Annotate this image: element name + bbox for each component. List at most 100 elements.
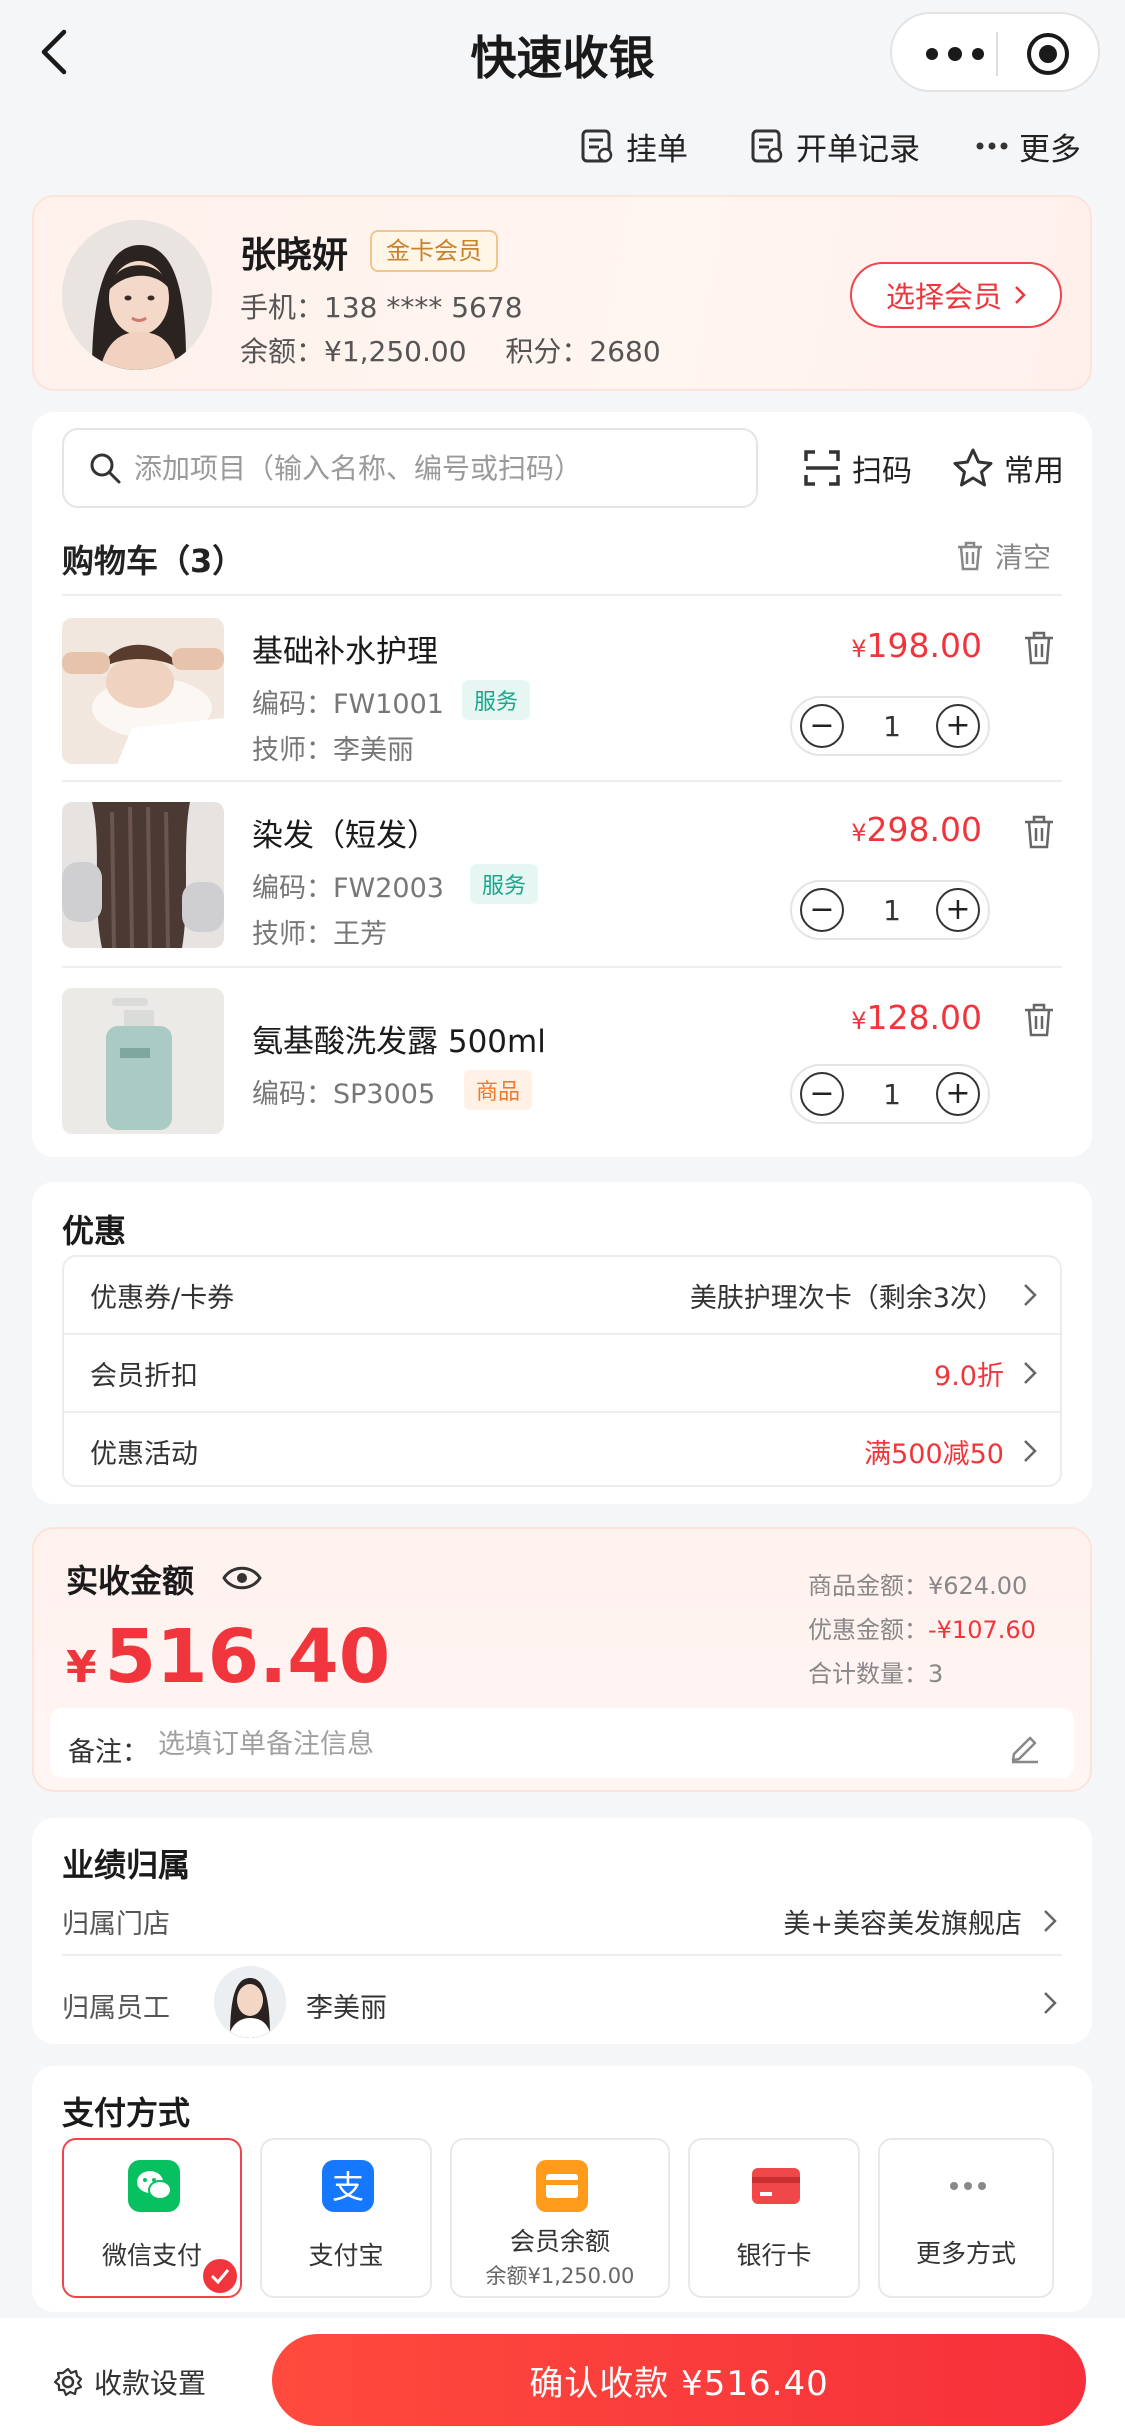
item-image	[62, 802, 224, 948]
more-dots-icon	[950, 2182, 986, 2190]
service-tag: 服务	[462, 680, 531, 720]
wechat-pay-option[interactable]: 微信支付	[62, 2138, 242, 2298]
quantity-stepper: − 1 +	[790, 696, 990, 756]
hold-order-button[interactable]: 挂单	[578, 118, 688, 174]
close-target-icon[interactable]	[1024, 30, 1072, 78]
item-name: 氨基酸洗发露 500ml	[252, 1024, 546, 1060]
increase-button[interactable]: +	[936, 1072, 980, 1116]
divider	[62, 780, 1062, 782]
promotion-row[interactable]: 优惠活动 满500减50	[64, 1413, 1060, 1489]
favorites-button[interactable]: 常用	[952, 438, 1064, 498]
confirm-payment-label: 确认收款 ¥516.40	[529, 2363, 829, 2404]
member-avatar-image	[62, 220, 212, 370]
select-member-label: 选择会员	[885, 280, 1002, 314]
search-input[interactable]	[134, 451, 734, 485]
payment-title: 支付方式	[62, 2094, 191, 2132]
store-label: 归属门店	[62, 1909, 170, 1940]
member-discount-row[interactable]: 会员折扣 9.0折	[64, 1335, 1060, 1411]
chevron-right-icon	[1044, 1910, 1057, 1932]
alipay-option[interactable]: 支 支付宝	[260, 2138, 432, 2298]
item-price: ¥128.00	[800, 998, 982, 1037]
more-label: 更多	[1019, 131, 1081, 168]
remark-input[interactable]	[158, 1722, 978, 1766]
delete-item-icon[interactable]	[1022, 630, 1056, 666]
order-records-label: 开单记录	[796, 131, 920, 168]
delete-item-icon[interactable]	[1022, 1002, 1056, 1038]
member-name: 张晓妍	[240, 235, 349, 276]
coupon-row[interactable]: 优惠券/卡券 美肤护理次卡（剩余3次）	[64, 1257, 1060, 1333]
bank-card-option[interactable]: 银行卡	[688, 2138, 860, 2298]
quantity-stepper: − 1 +	[790, 880, 990, 940]
svg-text:支: 支	[332, 2168, 364, 2206]
price-currency: ¥	[851, 635, 867, 663]
alipay-icon: 支	[322, 2160, 374, 2212]
more-methods-option[interactable]: 更多方式	[878, 2138, 1054, 2298]
trash-icon	[958, 541, 982, 571]
edit-icon[interactable]	[1008, 1730, 1042, 1764]
item-code: 编码：SP3005	[252, 1079, 436, 1110]
price-currency: ¥	[851, 819, 867, 847]
item-image	[62, 988, 224, 1134]
member-discount-value: 9.0折	[934, 1360, 1004, 1392]
promotion-label: 优惠活动	[90, 1438, 198, 1470]
wechat-icon	[128, 2160, 180, 2212]
order-records-button[interactable]: 开单记录	[748, 118, 920, 174]
hair-dye-image	[62, 802, 224, 948]
item-technician: 技师：李美丽	[252, 735, 414, 766]
increase-button[interactable]: +	[936, 704, 980, 748]
selected-check-icon	[203, 2259, 237, 2293]
scan-button[interactable]: 扫码	[802, 438, 912, 498]
member-balance-option[interactable]: 会员余额 余额¥1,250.00	[450, 2138, 670, 2298]
staff-value: 李美丽	[306, 1993, 387, 2024]
member-balance-row: 余额：¥1,250.00 积分：2680	[240, 330, 661, 370]
staff-avatar	[214, 1966, 286, 2038]
member-avatar	[62, 220, 212, 370]
alipay-label: 支付宝	[308, 2241, 384, 2270]
bank-card-label: 银行卡	[736, 2241, 812, 2270]
price-currency: ¥	[851, 1007, 867, 1035]
eye-icon[interactable]	[222, 1562, 262, 1594]
nav-bar: 快速收银	[0, 0, 1125, 110]
more-dots-icon[interactable]	[920, 36, 990, 72]
total-quantity: 合计数量：3	[808, 1660, 944, 1688]
service-tag: 服务	[470, 864, 539, 904]
delete-item-icon[interactable]	[1022, 814, 1056, 850]
star-icon	[953, 448, 993, 487]
goods-amount: 商品金额：¥624.00	[808, 1572, 1028, 1600]
store-row[interactable]: 归属门店 美+美容美发旗舰店	[62, 1890, 1062, 1950]
clear-cart-button[interactable]: 清空	[955, 536, 1051, 576]
discount-title: 优惠	[62, 1212, 127, 1250]
bank-card-icon	[752, 2168, 800, 2204]
staff-row[interactable]: 归属员工 李美丽	[62, 1964, 1062, 2040]
back-arrow-icon[interactable]	[36, 24, 76, 80]
store-value: 美+美容美发旗舰店	[783, 1909, 1022, 1940]
item-image	[62, 618, 224, 764]
staff-avatar-image	[214, 1966, 286, 2038]
payment-settings-button[interactable]: 收款设置	[52, 2362, 206, 2402]
item-name: 基础补水护理	[252, 634, 438, 670]
payment-settings-label: 收款设置	[94, 2367, 207, 2400]
chevron-right-icon	[1024, 1284, 1037, 1306]
increase-button[interactable]: +	[936, 888, 980, 932]
discount-amount-row: 优惠金额：-¥107.60	[808, 1610, 1108, 1645]
chevron-right-icon	[1015, 286, 1026, 304]
price-value: 198.00	[866, 626, 982, 665]
member-points: 积分：2680	[505, 335, 661, 368]
more-button[interactable]: 更多	[975, 118, 1081, 174]
item-code: 编码：FW1001	[252, 689, 444, 720]
chevron-right-icon	[1044, 1992, 1057, 2014]
member-level-badge: 金卡会员	[370, 230, 498, 272]
hold-order-label: 挂单	[626, 131, 688, 168]
item-name: 染发（短发）	[252, 818, 438, 854]
amount-label: 实收金额	[66, 1562, 195, 1600]
coupon-value: 美肤护理次卡（剩余3次）	[689, 1282, 1004, 1314]
divider	[62, 1954, 1062, 1956]
wallet-icon	[536, 2160, 588, 2212]
quantity-stepper: − 1 +	[790, 1064, 990, 1124]
promotion-value: 满500减50	[864, 1438, 1004, 1470]
confirm-payment-button[interactable]: 确认收款 ¥516.40	[272, 2334, 1086, 2426]
select-member-button[interactable]: 选择会员	[850, 262, 1062, 328]
member-discount-label: 会员折扣	[90, 1360, 198, 1392]
member-phone: 手机：138 **** 5678	[240, 291, 523, 324]
search-box[interactable]	[62, 428, 758, 508]
